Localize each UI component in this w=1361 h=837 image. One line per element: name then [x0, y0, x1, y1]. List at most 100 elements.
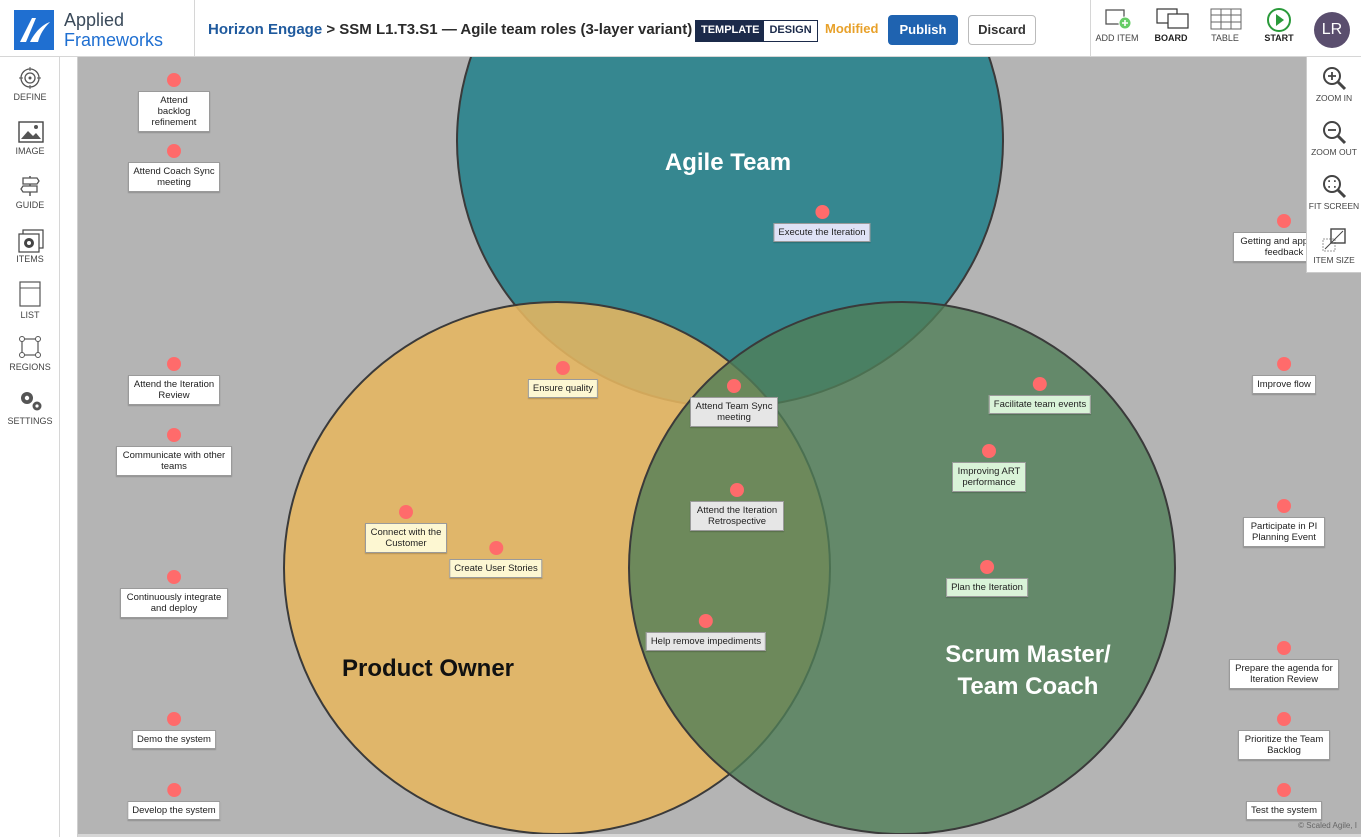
venn-board-canvas[interactable]: Agile Team Product Owner Scrum Master/ T… [78, 57, 1361, 834]
item-label: Communicate with other teams [116, 446, 232, 476]
zoom-in-button[interactable]: ZOOM IN [1307, 65, 1361, 103]
sidebar-item-label: LIST [20, 310, 40, 320]
item-size-button[interactable]: ITEM SIZE [1307, 227, 1361, 265]
item-pin[interactable] [167, 570, 181, 584]
board-item[interactable]: Help remove impediments [645, 614, 767, 651]
add-item-button[interactable]: ADD ITEM [1090, 8, 1144, 52]
item-label: Prioritize the Team Backlog [1238, 730, 1330, 760]
item-pin[interactable] [730, 483, 744, 497]
board-item[interactable]: Prepare the agenda for Iteration Review [1229, 641, 1339, 689]
board-item[interactable]: Attend the Iteration Retrospective [690, 483, 784, 531]
board-item[interactable]: Create User Stories [449, 541, 543, 578]
item-label: Develop the system [127, 801, 221, 820]
board-item[interactable]: Improve flow [1252, 357, 1316, 394]
modified-status: Modified [825, 21, 879, 36]
user-avatar[interactable]: LR [1314, 12, 1350, 48]
region-title-product-owner: Product Owner [341, 655, 515, 682]
logo-line-2: Frameworks [64, 30, 164, 50]
board-item[interactable]: Ensure quality [527, 361, 599, 398]
zoom-out-button[interactable]: ZOOM OUT [1307, 119, 1361, 157]
sidebar-item-list[interactable]: LIST [0, 281, 60, 320]
region-title-scrum-master: Scrum Master/ Team Coach [918, 639, 1138, 703]
item-pin[interactable] [1277, 214, 1291, 228]
board-item[interactable]: Develop the system [127, 783, 221, 820]
breadcrumb-project-link[interactable]: Horizon Engage [208, 21, 322, 38]
template-design-toggle[interactable]: TEMPLATE DESIGN [695, 20, 818, 42]
board-item[interactable]: Execute the Iteration [773, 205, 871, 242]
sidebar-item-define[interactable]: DEFINE [0, 67, 60, 102]
image-icon [18, 121, 44, 143]
sidebar-item-label: DEFINE [13, 92, 47, 102]
toggle-template[interactable]: TEMPLATE [696, 21, 765, 41]
item-pin[interactable] [979, 560, 994, 574]
play-icon [1264, 8, 1294, 32]
item-label: Execute the Iteration [773, 223, 871, 242]
start-button[interactable]: START [1252, 8, 1306, 52]
item-pin[interactable] [1276, 357, 1291, 371]
item-pin[interactable] [1033, 377, 1047, 391]
item-pin[interactable] [166, 712, 181, 726]
item-pin[interactable] [982, 444, 996, 458]
board-button[interactable]: BOARD [1144, 8, 1198, 52]
discard-button[interactable]: Discard [968, 15, 1036, 45]
app-logo[interactable]: Applied Frameworks [14, 10, 184, 50]
board-item[interactable]: Attend Team Sync meeting [690, 379, 778, 427]
board-item[interactable]: Communicate with other teams [116, 428, 232, 476]
zoom-panel: ZOOM IN ZOOM OUT FIT SCREEN ITEM SIZE [1306, 57, 1361, 273]
sidebar-item-guide[interactable]: GUIDE [0, 175, 60, 210]
sidebar-item-label: GUIDE [15, 200, 45, 210]
board-item[interactable]: Attend the Iteration Review [128, 357, 220, 405]
item-pin[interactable] [167, 73, 181, 87]
region-title-agile-team: Agile Team [664, 149, 792, 176]
item-pin[interactable] [1277, 783, 1291, 797]
board-item[interactable]: Connect with the Customer [365, 505, 447, 553]
fit-screen-button[interactable]: FIT SCREEN [1307, 173, 1361, 211]
item-pin[interactable] [167, 357, 181, 371]
item-pin[interactable] [167, 783, 181, 797]
item-size-label: ITEM SIZE [1313, 255, 1355, 265]
item-label: Help remove impediments [645, 632, 767, 651]
sidebar-item-settings[interactable]: SETTINGS [0, 389, 60, 426]
logo-line-1: Applied [64, 10, 125, 30]
item-pin[interactable] [698, 614, 713, 628]
add-item-label: ADD ITEM [1095, 33, 1139, 43]
publish-button[interactable]: Publish [888, 15, 958, 45]
table-icon [1210, 8, 1242, 30]
canvas-ruler [60, 57, 78, 837]
table-button[interactable]: TABLE [1198, 8, 1252, 52]
board-item[interactable]: Attend backlog refinement [138, 73, 210, 132]
divider [194, 0, 195, 57]
item-pin[interactable] [1277, 712, 1291, 726]
sidebar-item-items[interactable]: ITEMS [0, 229, 60, 264]
item-pin[interactable] [1277, 499, 1291, 513]
board-item[interactable]: Plan the Iteration [946, 560, 1028, 597]
item-pin[interactable] [488, 541, 503, 555]
target-icon [18, 67, 42, 89]
item-pin[interactable] [814, 205, 829, 219]
item-pin[interactable] [1277, 641, 1291, 655]
board-item[interactable]: Continuously integrate and deploy [120, 570, 228, 618]
regions-icon [18, 335, 42, 359]
sidebar-item-label: REGIONS [9, 362, 51, 372]
item-pin[interactable] [727, 379, 741, 393]
start-label: START [1264, 33, 1294, 43]
item-pin[interactable] [167, 428, 181, 442]
item-pin[interactable] [399, 505, 413, 519]
board-item[interactable]: Test the system [1246, 783, 1322, 820]
board-item[interactable]: Demo the system [132, 712, 216, 749]
board-item[interactable]: Facilitate team events [988, 377, 1092, 414]
board-item[interactable]: Improving ART performance [952, 444, 1026, 492]
board-item[interactable]: Prioritize the Team Backlog [1238, 712, 1330, 760]
board-item[interactable]: Attend Coach Sync meeting [128, 144, 220, 192]
sidebar-item-regions[interactable]: REGIONS [0, 335, 60, 372]
top-bar: Applied Frameworks Horizon Engage > SSM … [0, 0, 1361, 57]
toggle-design[interactable]: DESIGN [764, 21, 817, 41]
sidebar-item-image[interactable]: IMAGE [0, 121, 60, 156]
item-pin[interactable] [555, 361, 570, 375]
signpost-icon [18, 175, 42, 197]
settings-icon [18, 389, 42, 413]
fit-screen-label: FIT SCREEN [1308, 201, 1360, 211]
item-pin[interactable] [167, 144, 181, 158]
board-item[interactable]: Participate in PI Planning Event [1243, 499, 1325, 547]
page-title: SSM L1.T3.S1 — Agile team roles (3-layer… [339, 21, 693, 38]
